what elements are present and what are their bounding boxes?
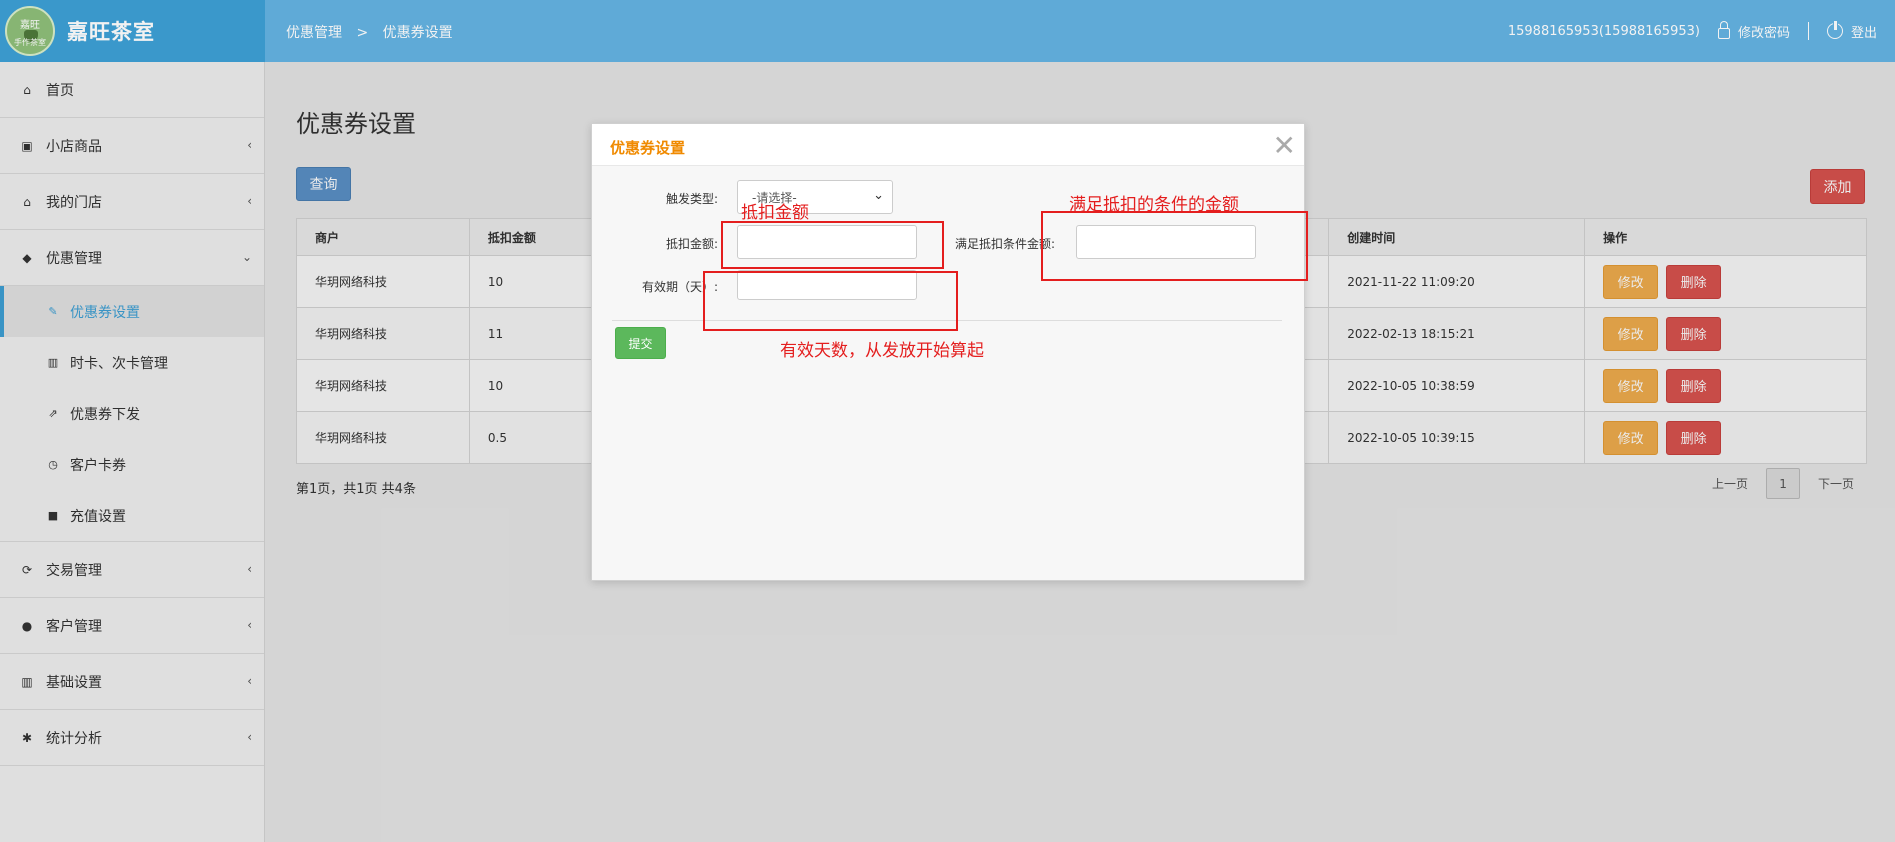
annotation-deduct: 抵扣金额 [741,203,809,223]
annotation-validity: 有效天数，从发放开始算起 [780,341,984,361]
deduct-amount-label: 抵扣金额: [666,237,719,251]
close-icon[interactable]: ✕ [1273,129,1296,162]
chevron-down-icon: ⌄ [873,188,884,203]
annotation-box-validity [703,271,958,331]
annotation-box-condition [1041,211,1308,281]
overlay-top [0,0,1895,62]
dialog-header: 优惠券设置 ✕ [592,124,1304,166]
submit-button[interactable]: 提交 [615,327,666,359]
annotation-box-deduct [721,221,944,269]
trigger-type-label: 触发类型: [666,192,719,206]
annotation-condition: 满足抵扣的条件的金额 [1069,195,1239,215]
dialog-title: 优惠券设置 [610,139,686,157]
